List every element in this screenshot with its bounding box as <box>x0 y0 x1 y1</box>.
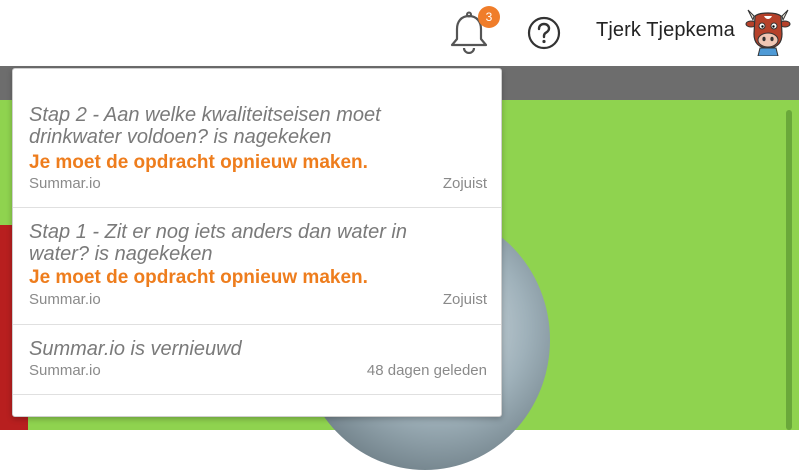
notification-time: 48 dagen geleden <box>366 362 487 379</box>
notification-item[interactable]: Stap 1 - Zit er nog iets anders dan wate… <box>13 208 501 325</box>
notification-item[interactable]: Stap 2 - Aan welke kwaliteitseisen moet … <box>13 69 501 208</box>
notification-source: Summar.io <box>29 175 101 192</box>
help-icon <box>527 16 561 50</box>
help-button[interactable] <box>527 16 561 50</box>
notification-time: Zojuist <box>442 175 487 192</box>
scrollbar[interactable] <box>786 110 792 430</box>
avatar-cow-icon <box>745 9 791 57</box>
notification-source: Summar.io <box>29 362 101 379</box>
notification-title: Summar.io is vernieuwd <box>29 338 242 360</box>
notification-time: Zojuist <box>442 291 487 308</box>
notification-title: Stap 1 - Zit er nog iets anders dan wate… <box>29 221 407 265</box>
notification-status: Je moet de opdracht opnieuw maken. <box>29 152 368 173</box>
notification-title: Stap 2 - Aan welke kwaliteitseisen moet … <box>29 104 381 148</box>
notifications-dropdown: Stap 2 - Aan welke kwaliteitseisen moet … <box>12 68 502 417</box>
user-name[interactable]: Tjerk Tjepkema <box>596 19 735 42</box>
notification-source: Summar.io <box>29 291 101 308</box>
notification-count-badge: 3 <box>478 6 500 28</box>
top-header: 3 Tjerk Tjepkema <box>0 0 799 66</box>
notification-item[interactable]: Summar.io is vernieuwd Summar.io 48 dage… <box>13 325 501 395</box>
avatar[interactable] <box>744 8 792 57</box>
notification-status: Je moet de opdracht opnieuw maken. <box>29 267 368 288</box>
